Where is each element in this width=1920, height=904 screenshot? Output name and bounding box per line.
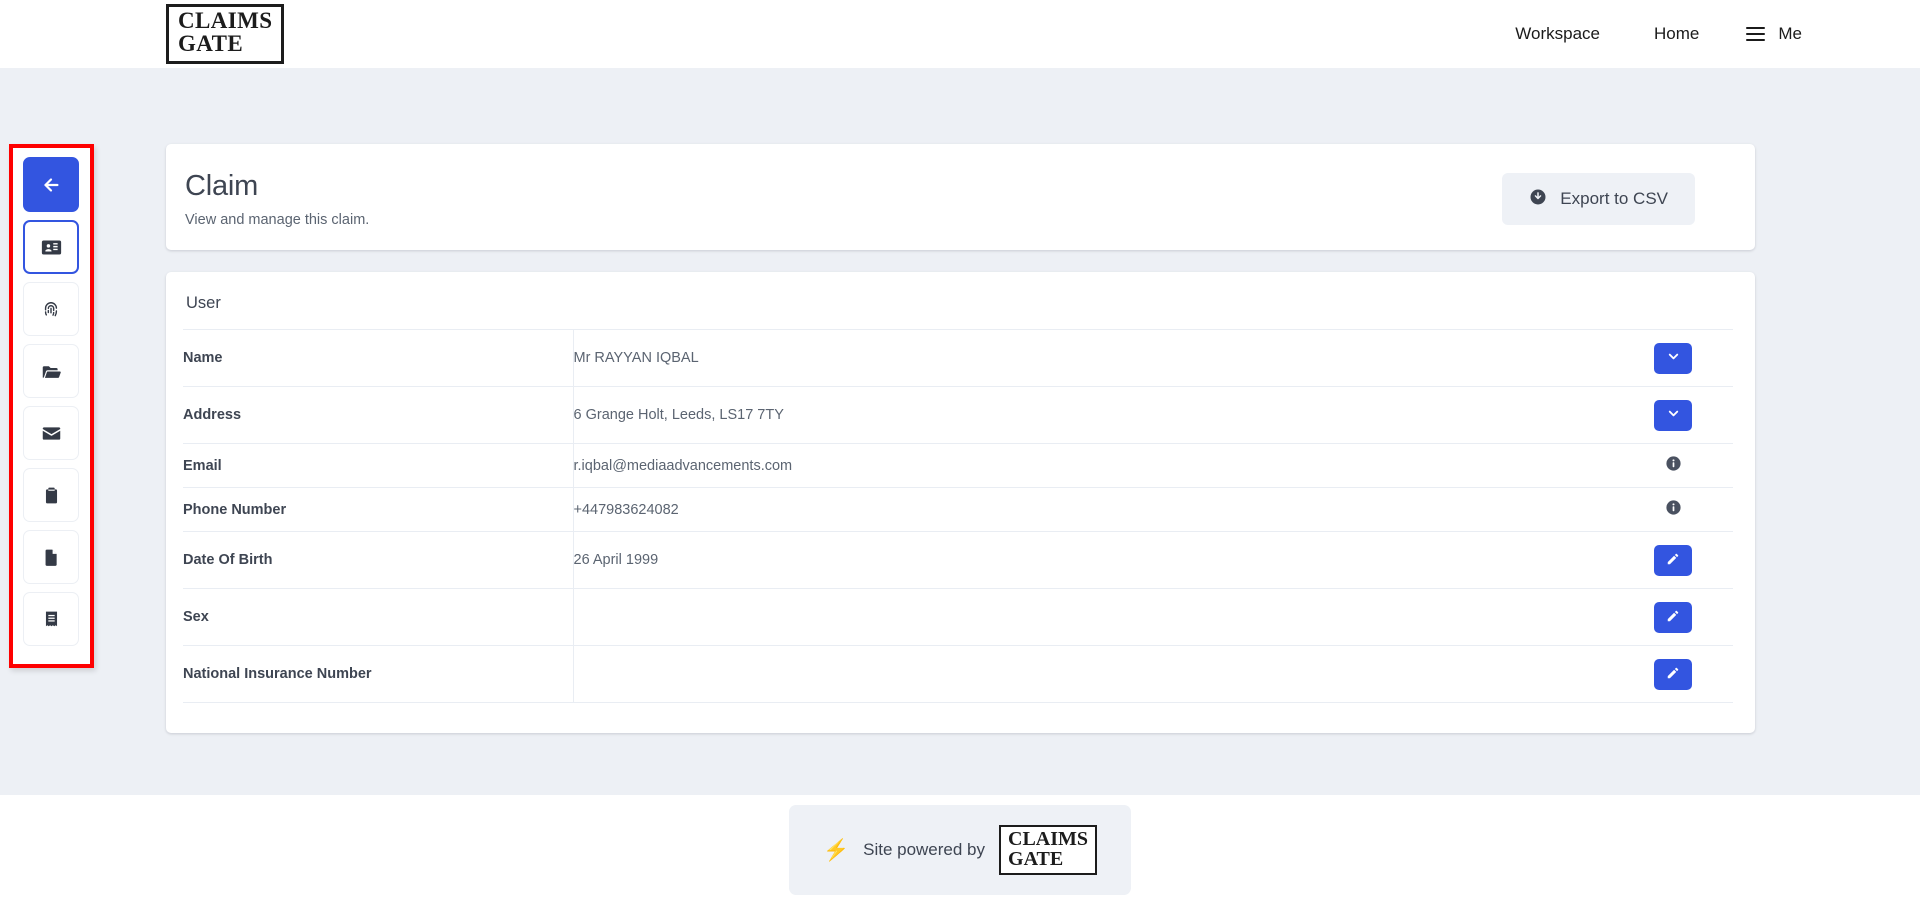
- edit-sex-button[interactable]: [1654, 601, 1692, 633]
- row-label: Address: [183, 386, 574, 444]
- main-content: Claim View and manage this claim. Export…: [166, 144, 1755, 733]
- powered-by-badge[interactable]: ⚡ Site powered by CLAIMS GATE: [788, 805, 1132, 895]
- folder-open-icon: [41, 361, 62, 382]
- sidebar-item-tasks[interactable]: [23, 468, 79, 522]
- footer-logo-line2: GATE: [1008, 848, 1064, 870]
- footer-brand-logo: CLAIMS GATE: [999, 825, 1098, 875]
- phone-info-icon[interactable]: [1665, 499, 1682, 516]
- fingerprint-icon: [41, 299, 61, 319]
- claim-header-card: Claim View and manage this claim. Export…: [166, 144, 1755, 250]
- pencil-icon: [1666, 609, 1680, 626]
- brand-logo-line2: GATE: [178, 31, 244, 56]
- row-action-cell: [1613, 532, 1733, 589]
- claim-sidebar: [23, 157, 79, 646]
- id-card-icon: [41, 237, 62, 258]
- row-action-cell: [1613, 444, 1733, 488]
- row-value: Mr RAYYAN IQBAL: [573, 350, 699, 366]
- table-row: Date Of Birth 26 April 1999: [183, 531, 1733, 589]
- powered-by-label: Site powered by: [863, 840, 986, 859]
- download-circle-icon: [1529, 188, 1547, 211]
- nav-home[interactable]: Home: [1627, 14, 1726, 54]
- row-label: Name: [183, 329, 574, 387]
- user-table-body: Name Mr RAYYAN IQBAL Address 6 Grange Ho…: [183, 329, 1733, 703]
- page-footer: ⚡ Site powered by CLAIMS GATE: [0, 795, 1920, 904]
- table-row: Name Mr RAYYAN IQBAL: [183, 329, 1733, 387]
- clipboard-icon: [42, 486, 61, 505]
- row-label: Date Of Birth: [183, 531, 574, 589]
- row-value: r.iqbal@mediaadvancements.com: [573, 457, 793, 474]
- table-row: Email r.iqbal@mediaadvancements.com: [183, 443, 1733, 488]
- brand-logo-line1: CLAIMS: [178, 8, 273, 34]
- row-label: Sex: [183, 588, 574, 646]
- sidebar-item-invoices[interactable]: [23, 592, 79, 646]
- footer-logo-line1: CLAIMS: [1008, 828, 1089, 850]
- sidebar-back-button[interactable]: [23, 157, 79, 212]
- pencil-icon: [1666, 552, 1680, 569]
- table-row: Address 6 Grange Holt, Leeds, LS17 7TY: [183, 386, 1733, 444]
- page-body: Claim View and manage this claim. Export…: [0, 68, 1920, 795]
- row-value: +447983624082: [573, 501, 679, 518]
- edit-date-of-birth-button[interactable]: [1654, 544, 1692, 576]
- nav-me-menu[interactable]: Me: [1726, 14, 1810, 54]
- row-value: 6 Grange Holt, Leeds, LS17 7TY: [573, 407, 784, 423]
- sidebar-item-messages[interactable]: [23, 406, 79, 460]
- envelope-icon: [41, 423, 62, 444]
- row-action-cell: [1613, 488, 1733, 532]
- export-to-csv-label: Export to CSV: [1560, 189, 1668, 208]
- nav-me-label: Me: [1778, 24, 1802, 43]
- table-row: Sex: [183, 588, 1733, 646]
- row-label: National Insurance Number: [183, 645, 574, 703]
- row-value: 26 April 1999: [573, 552, 659, 568]
- sidebar-item-user-details[interactable]: [23, 220, 79, 274]
- row-action-cell: [1613, 589, 1733, 646]
- export-to-csv-button[interactable]: Export to CSV: [1502, 173, 1695, 225]
- lightning-bolt-icon: ⚡: [822, 838, 850, 862]
- chevron-down-icon: [1666, 349, 1681, 367]
- sidebar-annotation-highlight: [9, 144, 94, 668]
- claim-header-row: Claim View and manage this claim. Export…: [166, 144, 1755, 250]
- row-value: [573, 589, 1613, 646]
- receipt-icon: [42, 610, 61, 629]
- email-info-icon[interactable]: [1665, 455, 1682, 472]
- top-header: CLAIMS GATE Workspace Home Me: [0, 0, 1920, 68]
- row-label: Phone Number: [183, 487, 574, 532]
- expand-name-button[interactable]: [1654, 342, 1692, 374]
- sidebar-item-files[interactable]: [23, 344, 79, 398]
- sidebar-item-identity[interactable]: [23, 282, 79, 336]
- expand-address-button[interactable]: [1654, 399, 1692, 431]
- row-action-cell: [1613, 387, 1733, 444]
- pencil-icon: [1666, 666, 1680, 683]
- table-row: Phone Number +447983624082: [183, 487, 1733, 532]
- row-action-cell: [1613, 646, 1733, 703]
- page-title: Claim: [185, 170, 259, 202]
- chevron-down-icon: [1666, 406, 1681, 424]
- brand-logo[interactable]: CLAIMS GATE: [166, 4, 285, 64]
- page-subtitle: View and manage this claim.: [185, 212, 370, 228]
- hamburger-icon: [1746, 27, 1766, 41]
- title-block: Claim View and manage this claim.: [184, 170, 369, 228]
- sidebar-item-documents[interactable]: [23, 530, 79, 584]
- user-details-card: User Name Mr RAYYAN IQBAL Address 6 Gran…: [166, 272, 1755, 733]
- row-action-cell: [1613, 330, 1733, 387]
- nav-workspace[interactable]: Workspace: [1488, 14, 1627, 54]
- file-icon: [42, 548, 61, 567]
- main-navigation: Workspace Home Me: [1488, 14, 1810, 54]
- row-value: [573, 646, 1613, 703]
- section-title-user: User: [186, 294, 221, 312]
- user-details-table: Name Mr RAYYAN IQBAL Address 6 Grange Ho…: [183, 329, 1733, 703]
- edit-national-insurance-number-button[interactable]: [1654, 658, 1692, 690]
- arrow-left-icon: [40, 174, 62, 196]
- row-label: Email: [183, 443, 574, 488]
- table-row: National Insurance Number: [183, 645, 1733, 703]
